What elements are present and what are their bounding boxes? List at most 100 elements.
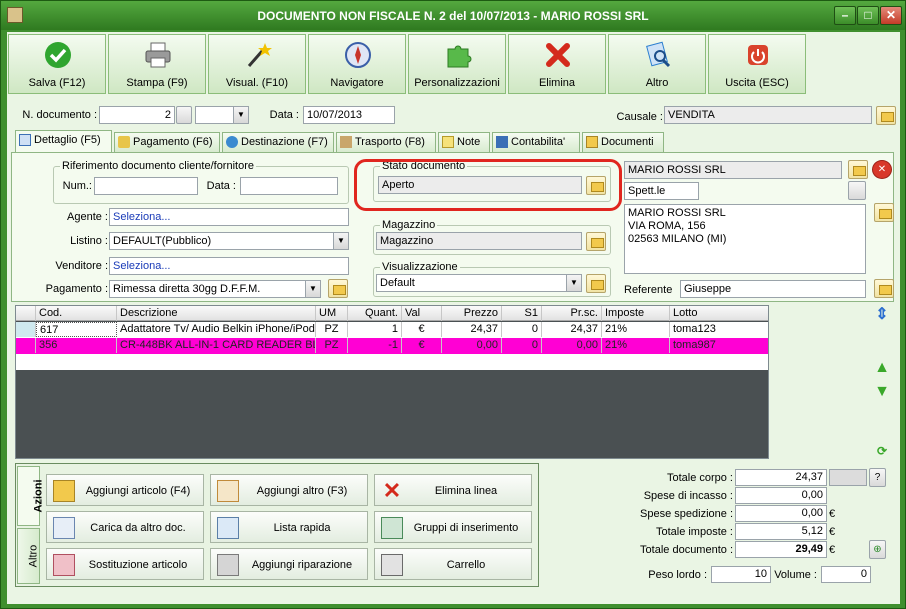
ndoc-suffix-select[interactable]: ▼ xyxy=(195,106,249,124)
referente-folder-icon[interactable] xyxy=(874,279,894,298)
cliente-remove-icon[interactable]: ✕ xyxy=(872,160,892,179)
aggiungi-riparazione-button[interactable]: Aggiungi riparazione xyxy=(210,548,368,580)
tab-pagamento[interactable]: Pagamento (F6) xyxy=(114,132,220,152)
minimize-button[interactable]: – xyxy=(834,6,856,25)
zoom-icon[interactable]: ⊕ xyxy=(869,540,886,559)
rif-num-input[interactable] xyxy=(94,177,198,195)
data-input[interactable]: 10/07/2013 xyxy=(303,106,395,124)
help-button[interactable]: ? xyxy=(869,468,886,487)
cell-um[interactable]: PZ xyxy=(316,322,348,337)
cliente-folder-icon[interactable] xyxy=(848,160,868,179)
col-imposte[interactable]: Imposte xyxy=(602,306,670,321)
person-icon[interactable] xyxy=(848,181,866,200)
uscita-button[interactable]: Uscita (ESC) xyxy=(708,34,806,94)
table-row-empty[interactable] xyxy=(16,354,768,370)
cell-lotto[interactable]: toma987 xyxy=(670,338,768,353)
personalizzazioni-button[interactable]: Personalizzazioni xyxy=(408,34,506,94)
salva-button[interactable]: Salva (F12) xyxy=(8,34,106,94)
lista-rapida-button[interactable]: Lista rapida xyxy=(210,511,368,543)
col-val[interactable]: Val xyxy=(402,306,442,321)
referente-input[interactable]: Giuseppe xyxy=(680,280,866,298)
magazzino-input[interactable]: Magazzino xyxy=(376,232,582,250)
table-row[interactable]: 356 CR-448BK ALL-IN-1 CARD READER BL... … xyxy=(16,338,768,354)
cell-cod[interactable]: 356 xyxy=(36,338,117,353)
pagamento-folder-icon[interactable] xyxy=(328,279,348,298)
tab-destinazione[interactable]: Destinazione (F7) xyxy=(222,132,334,152)
sostituzione-articolo-button[interactable]: Sostituzione articolo xyxy=(46,548,204,580)
move-top-icon[interactable]: ⇕ xyxy=(873,306,891,324)
elimina-button[interactable]: Elimina xyxy=(508,34,606,94)
refresh-icon[interactable]: ⟳ xyxy=(873,442,891,460)
cell-prsc[interactable]: 0,00 xyxy=(542,338,602,353)
tab-trasporto[interactable]: Trasporto (F8) xyxy=(336,132,436,152)
righe-table[interactable]: Cod. Descrizione UM Quant. Val Prezzo S1… xyxy=(15,305,769,459)
cell-imposte[interactable]: 21% xyxy=(602,322,670,337)
gruppi-di-inserimento-button[interactable]: Gruppi di inserimento xyxy=(374,511,532,543)
cliente-address-box[interactable]: MARIO ROSSI SRL VIA ROMA, 156 02563 MILA… xyxy=(624,204,866,274)
col-quant[interactable]: Quant. xyxy=(348,306,402,321)
cell-val[interactable]: € xyxy=(402,338,442,353)
cell-lotto[interactable]: toma123 xyxy=(670,322,768,337)
table-row[interactable]: 617 Adattatore Tv/ Audio Belkin iPhone/i… xyxy=(16,322,768,338)
cell-cod[interactable]: 617 xyxy=(36,322,117,337)
cell-prezzo[interactable]: 0,00 xyxy=(442,338,502,353)
stampa-button[interactable]: Stampa (F9) xyxy=(108,34,206,94)
tab-documenti[interactable]: Documenti xyxy=(582,132,664,152)
pagamento-select[interactable]: Rimessa diretta 30gg D.F.F.M. ▼ xyxy=(109,280,321,298)
spese-incasso-value[interactable]: 0,00 xyxy=(735,487,827,504)
cell-descrizione[interactable]: CR-448BK ALL-IN-1 CARD READER BL... xyxy=(117,338,316,353)
cell-s1[interactable]: 0 xyxy=(502,338,542,353)
close-button[interactable]: ✕ xyxy=(880,6,902,25)
agente-input[interactable]: Seleziona... xyxy=(109,208,349,226)
magazzino-folder-icon[interactable] xyxy=(586,232,606,251)
volume-value[interactable]: 0 xyxy=(821,566,871,583)
aggiungi-altro-button[interactable]: Aggiungi altro (F3) xyxy=(210,474,368,506)
cliente-name-input[interactable]: MARIO ROSSI SRL xyxy=(624,161,842,179)
tab-azioni[interactable]: Azioni xyxy=(17,466,45,526)
venditore-input[interactable]: Seleziona... xyxy=(109,257,349,275)
spett-input[interactable]: Spett.le xyxy=(624,182,699,200)
tab-note[interactable]: Note xyxy=(438,132,490,152)
causale-input[interactable]: VENDITA xyxy=(664,106,872,124)
visualizzazione-folder-icon[interactable] xyxy=(586,274,606,293)
ndoc-spin[interactable] xyxy=(176,106,192,124)
col-s1[interactable]: S1 xyxy=(502,306,542,321)
tab-altro[interactable]: Altro xyxy=(17,528,40,584)
spese-spedizione-value[interactable]: 0,00 xyxy=(735,505,827,522)
navigatore-button[interactable]: Navigatore xyxy=(308,34,406,94)
move-up-icon[interactable]: ▲ xyxy=(873,359,891,377)
cell-quant[interactable]: -1 xyxy=(348,338,402,353)
elimina-linea-button[interactable]: ✕ Elimina linea xyxy=(374,474,532,506)
causale-folder-icon[interactable] xyxy=(876,106,896,125)
visual-button[interactable]: Visual. (F10) xyxy=(208,34,306,94)
visualizzazione-select[interactable]: Default ▼ xyxy=(376,274,582,292)
rif-data-input[interactable] xyxy=(240,177,338,195)
cell-val[interactable]: € xyxy=(402,322,442,337)
listino-select[interactable]: DEFAULT(Pubblico) ▼ xyxy=(109,232,349,250)
ndoc-input[interactable]: 2 xyxy=(99,106,175,124)
title-bar[interactable]: DOCUMENTO NON FISCALE N. 2 del 10/07/201… xyxy=(1,1,905,30)
cell-prezzo[interactable]: 24,37 xyxy=(442,322,502,337)
chevron-down-icon: ▼ xyxy=(305,281,320,297)
aggiungi-articolo-button[interactable]: Aggiungi articolo (F4) xyxy=(46,474,204,506)
col-descrizione[interactable]: Descrizione xyxy=(117,306,316,321)
cell-prsc[interactable]: 24,37 xyxy=(542,322,602,337)
altro-button[interactable]: Altro xyxy=(608,34,706,94)
tab-dettaglio[interactable]: Dettaglio (F5) xyxy=(15,130,112,152)
carica-da-altro-doc-button[interactable]: Carica da altro doc. xyxy=(46,511,204,543)
move-down-icon[interactable]: ▼ xyxy=(873,383,891,401)
address-folder-icon[interactable] xyxy=(874,203,894,222)
cell-um[interactable]: PZ xyxy=(316,338,348,353)
carrello-button[interactable]: Carrello xyxy=(374,548,532,580)
cell-descrizione[interactable]: Adattatore Tv/ Audio Belkin iPhone/iPod xyxy=(117,322,316,337)
col-prsc[interactable]: Pr.sc. xyxy=(542,306,602,321)
cell-quant[interactable]: 1 xyxy=(348,322,402,337)
col-um[interactable]: UM xyxy=(316,306,348,321)
cell-imposte[interactable]: 21% xyxy=(602,338,670,353)
col-cod[interactable]: Cod. xyxy=(36,306,117,321)
col-lotto[interactable]: Lotto xyxy=(670,306,768,321)
tab-contabilita[interactable]: Contabilita' xyxy=(492,132,580,152)
col-prezzo[interactable]: Prezzo xyxy=(442,306,502,321)
cell-s1[interactable]: 0 xyxy=(502,322,542,337)
maximize-button[interactable]: □ xyxy=(857,6,879,25)
